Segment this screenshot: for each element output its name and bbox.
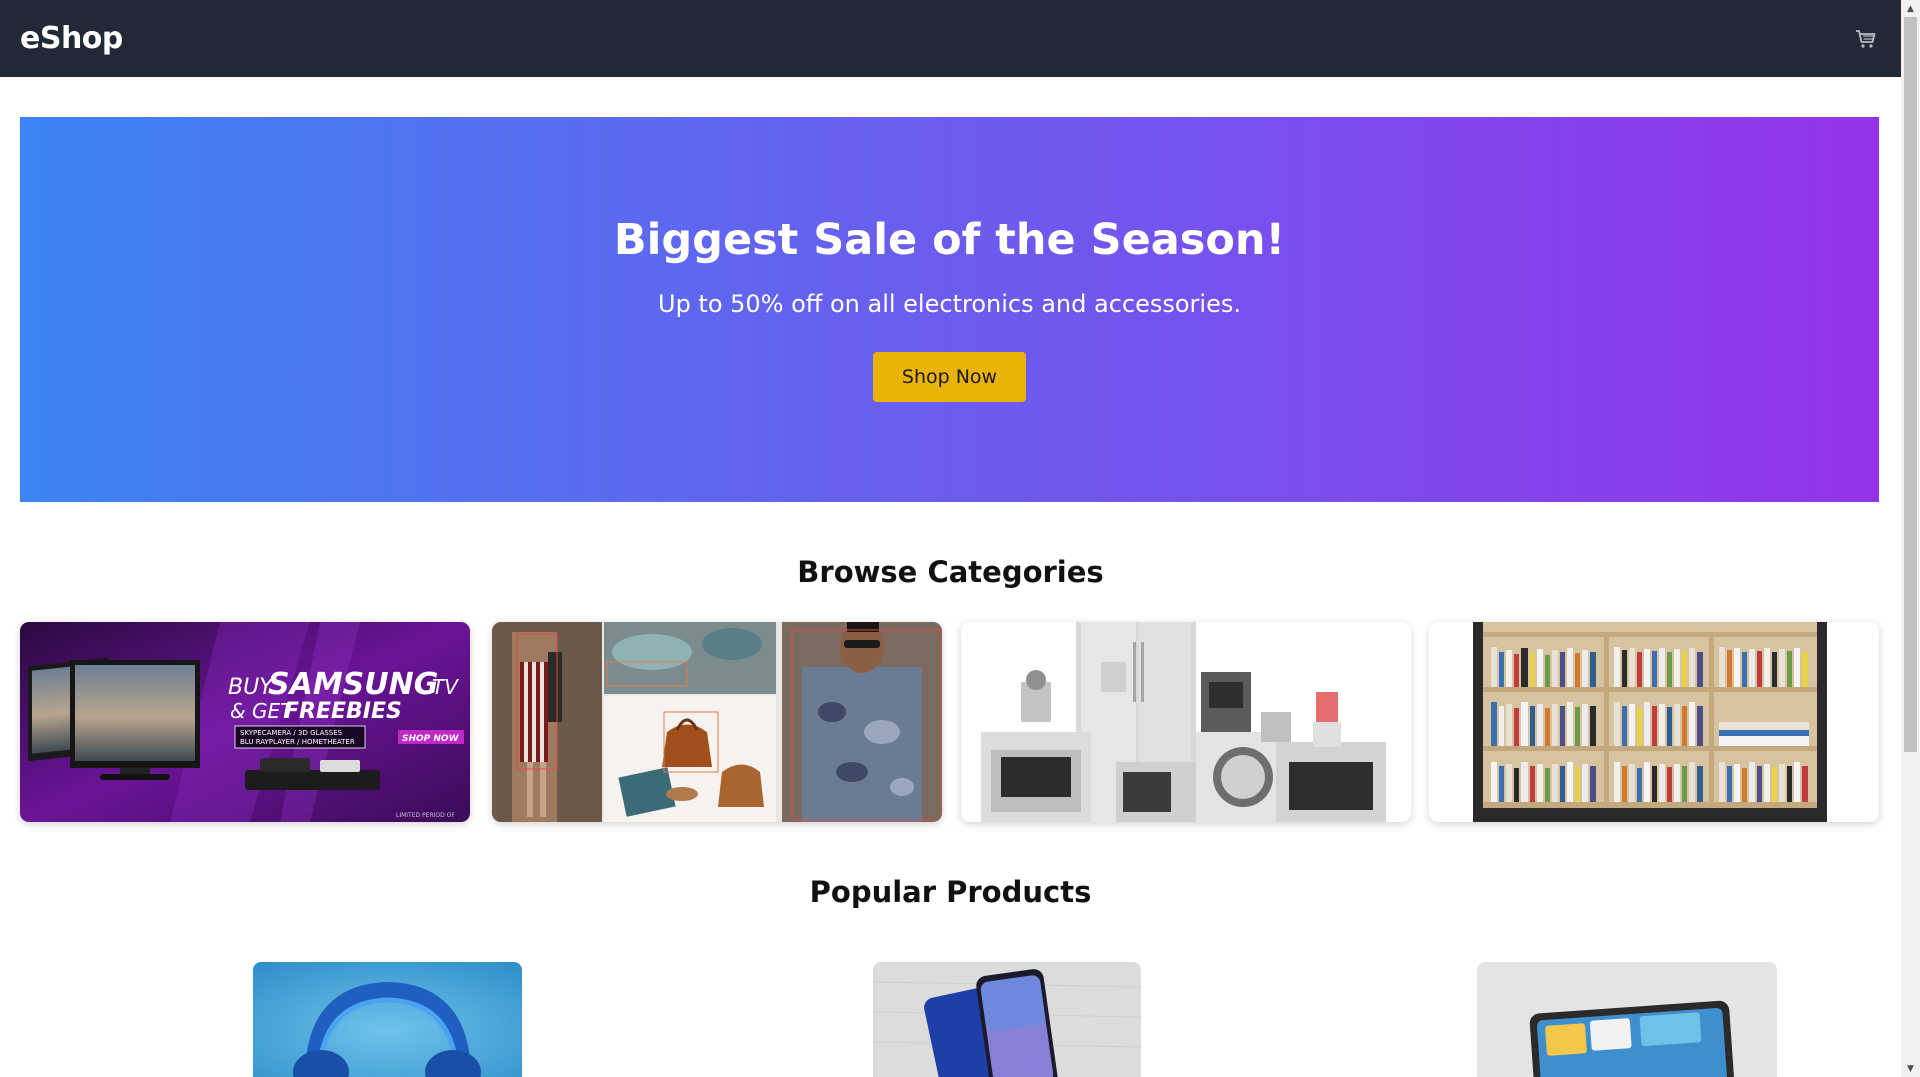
scroll-down-arrow[interactable]: ▼ [1901,1060,1920,1077]
scroll-up-arrow[interactable]: ▲ [1901,0,1920,17]
navbar: eShop [0,0,1901,77]
product-card-headphones[interactable] [253,962,522,1077]
cart-icon [1856,29,1876,48]
banner-samsung-text: SAMSUNG [268,667,438,702]
tablet-image [1477,962,1777,1077]
banner-freebies-text: FREEBIES [284,699,402,724]
product-card-tablet[interactable] [1477,962,1777,1077]
hero-title: Biggest Sale of the Season! [613,215,1286,265]
category-card-appliances[interactable] [961,622,1411,822]
products-title: Popular Products [809,875,1092,909]
banner-footnote: LIMITED PERIOD OF [396,812,455,819]
home-appliances-image [961,622,1411,822]
category-card-books[interactable] [1429,622,1879,822]
banner-shop-now: SHOP NOW [402,734,460,744]
brand-logo[interactable]: eShop [20,21,123,56]
category-card-electronics[interactable]: BUY SAMSUNG TV & GET FREEBIES SKYPECAMER… [20,622,470,822]
scroll-thumb[interactable] [1904,17,1917,752]
hero-banner: Biggest Sale of the Season! Up to 50% of… [20,117,1879,502]
category-card-fashion[interactable] [492,622,942,822]
page-viewport: eShop Biggest Sale of the Season! Up to … [0,0,1901,1077]
cart-button[interactable] [1851,24,1881,54]
hero-subtitle: Up to 50% off on all electronics and acc… [658,290,1241,318]
product-card-smartphone[interactable] [873,962,1141,1077]
banner-detail-2: BLU RAYPLAYER / HOMETHEATER [240,738,355,746]
banner-tv-text: TV [432,675,459,699]
samsung-tv-promo-image: BUY SAMSUNG TV & GET FREEBIES SKYPECAMER… [20,622,470,822]
headphones-image [253,962,522,1077]
fashion-collage-image [492,622,942,822]
smartphone-image [873,962,1141,1077]
banner-detail-1: SKYPECAMERA / 3D GLASSES [240,729,343,737]
vertical-scrollbar[interactable]: ▲ ▼ [1901,0,1920,1077]
categories-title: Browse Categories [797,555,1104,589]
shop-now-button[interactable]: Shop Now [873,352,1026,402]
bookshelf-image [1429,622,1879,822]
